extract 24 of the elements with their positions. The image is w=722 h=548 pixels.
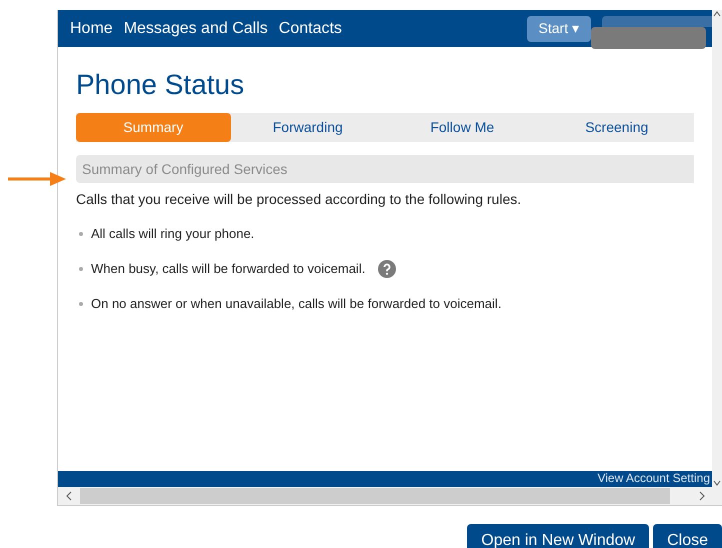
nav-link[interactable]: Contacts	[278, 16, 342, 40]
bullet-icon	[79, 266, 83, 270]
arrow-icon	[8, 172, 66, 186]
tab[interactable]: Forwarding	[230, 113, 385, 142]
nav-link[interactable]: Home	[70, 16, 113, 40]
bullet-icon	[79, 232, 83, 236]
tab[interactable]: Follow Me	[385, 113, 540, 142]
rule-text: All calls will ring your phone.	[91, 224, 254, 243]
rule-text: When busy, calls will be forwarded to voicemail.	[91, 260, 366, 278]
rule-text: On no answer or when unavailable, calls will be forwarded to voicemail.	[91, 294, 502, 313]
page-title: Phone Status	[76, 68, 246, 102]
scroll-down-icon[interactable]	[713, 479, 721, 487]
help-icon[interactable]	[378, 260, 396, 278]
dialog-button[interactable]: Close	[653, 524, 722, 548]
scroll-right-icon[interactable]	[698, 491, 706, 501]
section-header: Summary of Configured Services	[76, 155, 694, 183]
nav-link[interactable]: Messages and Calls	[124, 16, 268, 40]
tab[interactable]: Screening	[540, 113, 694, 142]
account-settings-link[interactable]: View Account Setting	[597, 471, 710, 485]
bullet-icon	[79, 302, 83, 306]
scroll-left-icon[interactable]	[65, 491, 73, 501]
dialog-button[interactable]: Open in New Window	[467, 524, 650, 548]
intro-text: Calls that you receive will be processed according to the following rules.	[76, 190, 522, 209]
scroll-up-icon[interactable]	[713, 10, 721, 18]
